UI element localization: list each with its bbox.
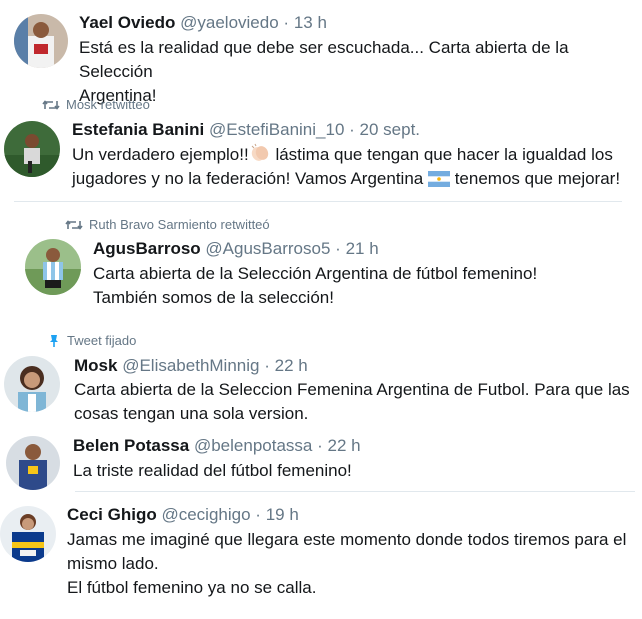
clapping-hands-emoji (251, 143, 268, 161)
tweet-text-line: Carta abierta de la Selección Argentina … (93, 264, 538, 283)
tweet-text-segment: lástima que tengan que hacer la igualdad… (270, 145, 613, 164)
separator-dot: · (264, 356, 270, 375)
retweet-context: Ruth Bravo Sarmiento retwitteó (65, 217, 270, 233)
tweet-text-line: cosas tengan una sola version. (74, 404, 309, 423)
separator-dot: · (283, 13, 290, 32)
tweet-text-segment: tenemos que mejorar! (449, 169, 621, 188)
separator-dot: · (317, 436, 323, 455)
author-handle[interactable]: @yaeloviedo (180, 13, 279, 32)
divider (14, 201, 622, 202)
timestamp[interactable]: 22 h (275, 356, 308, 375)
avatar[interactable] (4, 356, 60, 412)
retweet-label[interactable]: Mosk retwitteó (66, 97, 150, 113)
tweet-yael-oviedo[interactable]: Yael Oviedo @yaeloviedo · 13 h Está es l… (0, 0, 642, 105)
timestamp[interactable]: 22 h (328, 436, 361, 455)
argentina-flag-emoji (427, 171, 450, 187)
tweet-text: La triste realidad del fútbol femenino! (73, 459, 352, 483)
tweet-text: Jamas me imaginé que llegara este moment… (67, 528, 626, 600)
retweet-icon (42, 100, 60, 110)
separator-dot: · (335, 239, 341, 258)
author-handle[interactable]: @EstefiBanini_10 (209, 120, 344, 139)
timestamp[interactable]: 13 h (294, 13, 327, 32)
tweet-text-segment: Un verdadero ejemplo!! (72, 145, 249, 164)
tweet-text-line: jugadores y no la federación! Vamos Arge… (72, 167, 620, 191)
pinned-label: Tweet fijado (67, 333, 137, 348)
author-handle[interactable]: @ElisabethMinnig (122, 356, 259, 375)
avatar[interactable] (14, 14, 68, 68)
timestamp[interactable]: 19 h (266, 505, 299, 524)
author-name[interactable]: Yael Oviedo (79, 13, 175, 32)
timestamp[interactable]: 20 sept. (360, 120, 421, 139)
tweet-ceci-ghigo[interactable]: Ceci Ghigo @cecighigo · 19 h Jamas me im… (0, 496, 642, 616)
retweet-context: Mosk retwitteó (42, 97, 150, 113)
author-name[interactable]: AgusBarroso (93, 239, 201, 258)
author-name[interactable]: Estefania Banini (72, 120, 204, 139)
tweet-text: Carta abierta de la Seleccion Femenina A… (74, 378, 630, 426)
tweet-text-line: mismo lado. (67, 554, 159, 573)
avatar[interactable] (6, 436, 60, 490)
author-handle[interactable]: @AgusBarroso5 (205, 239, 330, 258)
tweet-text-segment: jugadores y no la federación! Vamos Arge… (72, 169, 428, 188)
author-handle[interactable]: @cecighigo (161, 505, 250, 524)
avatar[interactable] (25, 239, 81, 295)
tweet-text-line: También somos de la selección! (93, 288, 334, 307)
tweet-text: Un verdadero ejemplo!! lástima que tenga… (72, 143, 620, 191)
tweet-text-line: Carta abierta de la Seleccion Femenina A… (74, 380, 630, 399)
tweet-text-line: Un verdadero ejemplo!! lástima que tenga… (72, 143, 620, 167)
pinned-context: Tweet fijado (47, 333, 136, 349)
tweet-text-line: El fútbol femenino ya no se calla. (67, 578, 317, 597)
author-name[interactable]: Mosk (74, 356, 117, 375)
timestamp[interactable]: 21 h (346, 239, 379, 258)
tweet-text: Carta abierta de la Selección Argentina … (93, 262, 537, 310)
retweet-icon (65, 220, 83, 230)
separator-dot: · (255, 505, 261, 524)
tweet-mosk-pinned[interactable]: Tweet fijado Mosk @ElisabethMinnig · 22 … (0, 330, 642, 425)
avatar[interactable] (0, 506, 56, 562)
author-name[interactable]: Belen Potassa (73, 436, 189, 455)
tweet-text-line: Jamas me imaginé que llegara este moment… (67, 530, 627, 549)
tweet-text-line: La triste realidad del fútbol femenino! (73, 461, 352, 480)
author-handle[interactable]: @belenpotassa (194, 436, 312, 455)
pin-icon (50, 335, 58, 347)
retweet-label[interactable]: Ruth Bravo Sarmiento retwitteó (89, 217, 270, 233)
separator-dot: · (349, 120, 355, 139)
tweet-text-line: Está es la realidad que debe ser escucha… (79, 38, 569, 81)
divider (75, 491, 635, 492)
tweet-agus-barroso[interactable]: Ruth Bravo Sarmiento retwitteó AgusBarro… (0, 212, 642, 322)
avatar[interactable] (4, 121, 60, 177)
tweet-belen-potassa[interactable]: Belen Potassa @belenpotassa · 22 h La tr… (0, 430, 642, 490)
tweet-estefania-banini[interactable]: Mosk retwitteó Estefania Banini @EstefiB… (0, 95, 642, 198)
author-name[interactable]: Ceci Ghigo (67, 505, 157, 524)
